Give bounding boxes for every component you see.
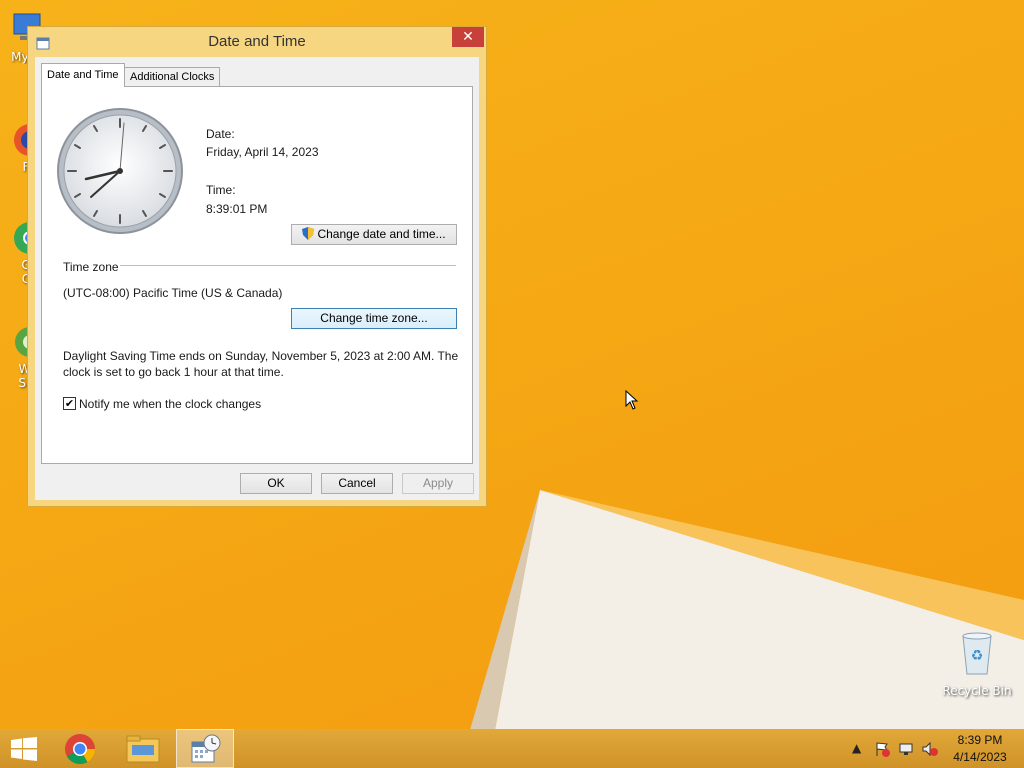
time-value: 8:39:01 PM	[206, 202, 268, 216]
chrome-icon	[65, 734, 95, 765]
cancel-button[interactable]: Cancel	[321, 473, 393, 494]
recycle-bin-label: Recycle Bin	[942, 684, 1012, 698]
taskbar: ▲	[0, 729, 1024, 768]
folder-icon	[126, 735, 160, 763]
calendar-clock-icon	[191, 734, 221, 763]
dialog-client-area: Date and Time Additional Clocks Date: Fr…	[35, 57, 479, 500]
tab-panel: Date: Friday, April 14, 2023 Time: 8:39:…	[41, 86, 473, 464]
checkmark-icon: ✔	[64, 397, 75, 410]
show-hidden-icons-icon[interactable]: ▲	[852, 741, 861, 755]
notify-label[interactable]: Notify me when the clock changes	[79, 397, 261, 411]
tab-additional-clocks[interactable]: Additional Clocks	[124, 67, 221, 87]
speaker-muted-icon[interactable]	[921, 741, 939, 760]
dst-info-line-1: Daylight Saving Time ends on Sunday, Nov…	[63, 349, 459, 363]
recycle-bin-icon: ♻	[942, 630, 1012, 682]
window-title: Date and Time	[208, 33, 306, 50]
taskbar-clock-time[interactable]: 8:39 PM	[945, 733, 1015, 747]
taskbar-file-explorer[interactable]	[115, 729, 171, 768]
timezone-divider	[120, 265, 456, 266]
taskbar-chrome[interactable]	[54, 729, 110, 768]
start-button[interactable]	[0, 729, 56, 768]
taskbar-clock-date[interactable]: 4/14/2023	[945, 750, 1015, 764]
desktop-icon-recycle-bin[interactable]: ♻ Recycle Bin	[942, 630, 1012, 698]
close-icon: ✕	[462, 29, 474, 45]
change-date-time-button[interactable]: Change date and time...	[291, 224, 457, 245]
time-label: Time:	[206, 183, 236, 197]
dst-info-line-2: clock is set to go back 1 hour at that t…	[63, 365, 284, 379]
apply-button[interactable]: Apply	[402, 473, 474, 494]
title-bar[interactable]: Date and Time ✕	[28, 27, 486, 57]
timezone-value: (UTC-08:00) Pacific Time (US & Canada)	[63, 286, 283, 300]
windows-logo-icon	[11, 737, 37, 761]
date-label: Date:	[206, 127, 235, 141]
date-time-dialog: Date and Time ✕ Date and Time Additional…	[27, 26, 487, 507]
ok-button[interactable]: OK	[240, 473, 312, 494]
date-value: Friday, April 14, 2023	[206, 145, 319, 159]
network-icon[interactable]	[898, 741, 914, 760]
timezone-heading: Time zone	[63, 260, 119, 274]
close-button[interactable]: ✕	[452, 27, 484, 47]
notify-checkbox[interactable]: ✔	[63, 397, 76, 410]
change-date-time-label: Change date and time...	[317, 227, 446, 241]
uac-shield-icon	[302, 227, 315, 246]
change-time-zone-button[interactable]: Change time zone...	[291, 308, 457, 329]
analog-clock-icon	[57, 108, 183, 234]
tab-date-and-time[interactable]: Date and Time	[41, 63, 125, 87]
mouse-cursor-icon	[625, 390, 639, 410]
action-center-flag-icon[interactable]	[874, 741, 890, 760]
svg-text:♻: ♻	[971, 648, 984, 664]
taskbar-date-time[interactable]	[176, 729, 234, 768]
